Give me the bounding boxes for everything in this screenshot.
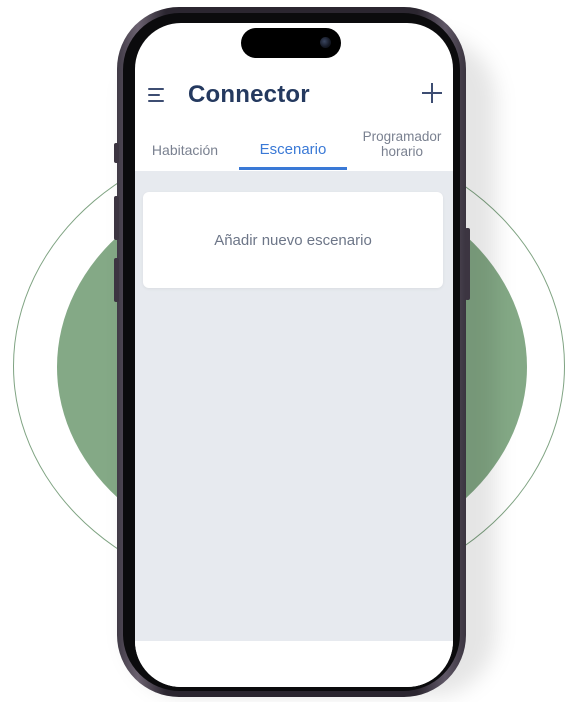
tab-bar: Habitación Escenario Programador horario <box>135 129 453 171</box>
bottom-safe-area <box>135 641 453 687</box>
front-camera-icon <box>320 37 331 48</box>
hamburger-menu-icon[interactable] <box>148 88 164 102</box>
tab-escenario[interactable]: Escenario <box>239 129 347 171</box>
plus-icon[interactable] <box>422 83 442 103</box>
volume-up-button <box>114 196 119 240</box>
dynamic-island <box>241 28 341 58</box>
tab-escenario-label: Escenario <box>259 141 327 158</box>
active-tab-indicator <box>239 167 347 170</box>
app-header: Connector <box>135 68 453 124</box>
phone-screen: Connector Habitación Escenario Programad… <box>135 23 453 687</box>
tab-programador-label-line2: horario <box>380 144 424 159</box>
scenes-list: Añadir nuevo escenario <box>135 171 453 641</box>
tab-habitacion-label: Habitación <box>151 142 219 158</box>
product-mockup: Connector Habitación Escenario Programad… <box>0 0 573 702</box>
tab-programador-label-line1: Programador <box>362 129 442 144</box>
app-title: Connector <box>188 81 310 108</box>
silent-switch <box>114 143 119 163</box>
volume-down-button <box>114 258 119 302</box>
add-scene-card[interactable]: Añadir nuevo escenario <box>143 192 443 288</box>
tab-habitacion[interactable]: Habitación <box>135 129 235 171</box>
power-button <box>465 228 470 300</box>
add-scene-label: Añadir nuevo escenario <box>214 231 372 249</box>
tab-programador-horario[interactable]: Programador horario <box>351 123 453 165</box>
